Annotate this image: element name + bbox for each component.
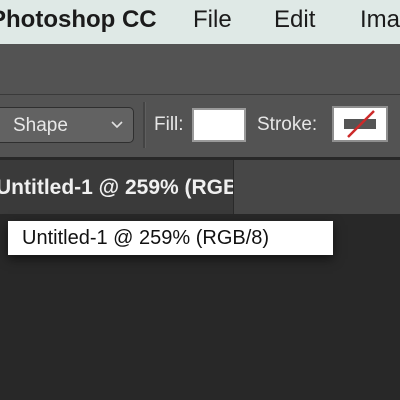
shape-mode-dropdown[interactable]: Shape [0,107,134,143]
options-divider [143,102,146,148]
shape-mode-label: Shape [13,115,68,136]
stroke-color-swatch[interactable] [332,106,388,142]
document-tooltip: Untitled-1 @ 259% (RGB/8) [8,221,333,255]
document-tab[interactable]: Untitled-1 @ 259% (RGB/8) [0,160,234,214]
stroke-label: Stroke: [257,114,318,135]
fill-label: Fill: [154,114,184,135]
app-menu-photoshop[interactable]: Photoshop CC [0,6,157,34]
menu-file[interactable]: File [193,6,232,34]
tooltip-text: Untitled-1 @ 259% (RGB/8) [22,227,270,249]
document-tab-title: Untitled-1 @ 259% (RGB/8) [0,176,233,199]
fill-color-swatch[interactable] [192,108,246,142]
menu-edit[interactable]: Edit [274,6,315,34]
macos-menu-bar: Photoshop CC File Edit Image [0,0,400,44]
menu-image[interactable]: Image [360,6,400,34]
stroke-preview-icon [344,110,376,138]
chevron-down-icon [111,121,123,129]
application-bar [0,44,400,95]
